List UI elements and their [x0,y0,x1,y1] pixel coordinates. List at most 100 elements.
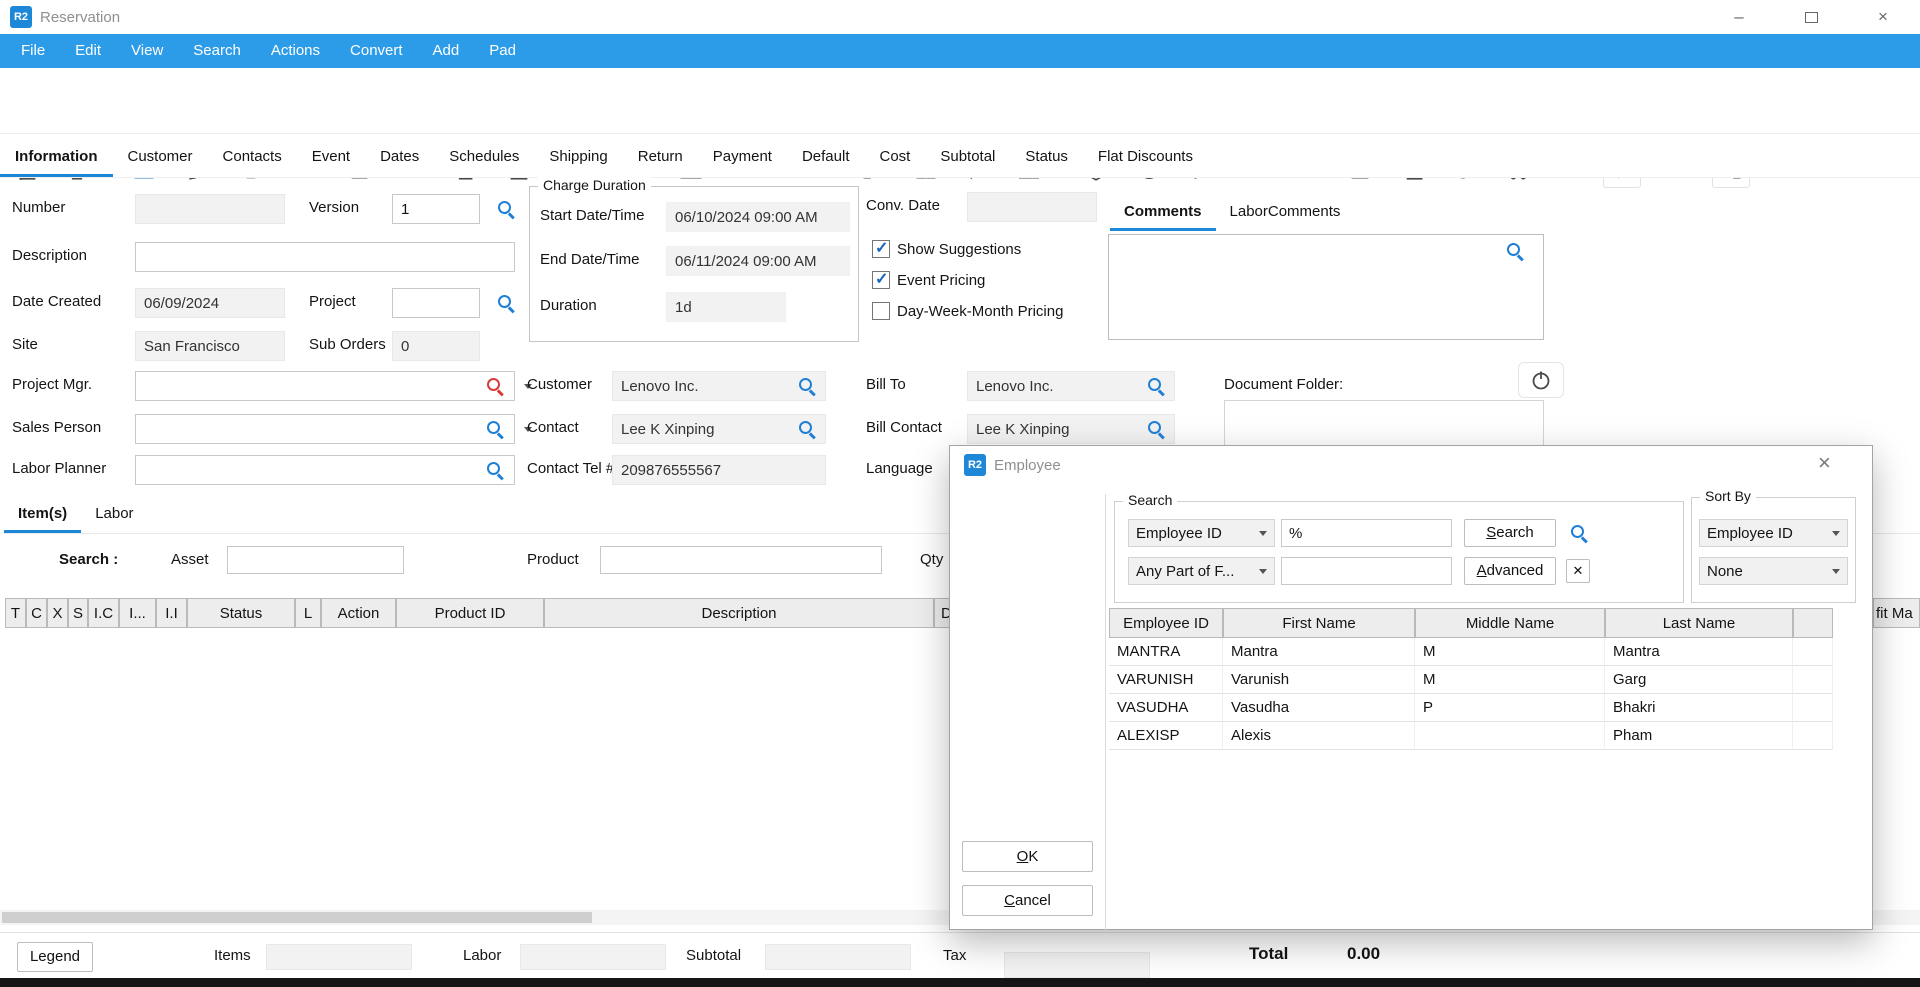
tab-status[interactable]: Status [1010,138,1083,177]
cancel-button[interactable]: Cancel [962,885,1093,916]
date-created-input[interactable]: 06/09/2024 [135,288,285,318]
contact-tel-input[interactable]: 209876555567 [612,455,826,485]
tab-information[interactable]: Information [0,138,113,177]
tab-payment[interactable]: Payment [698,138,787,177]
dialog-sort-combo[interactable]: Employee ID [1699,519,1848,547]
comments-textarea[interactable] [1108,234,1544,340]
version-input[interactable]: 1 [392,194,480,224]
col-header-c[interactable]: C [26,598,47,628]
event-pricing-option[interactable]: Event Pricing [872,271,985,289]
cell-employee-id[interactable]: ALEXISP [1109,722,1223,750]
tab-customer[interactable]: Customer [113,138,208,177]
tab-subtotal[interactable]: Subtotal [925,138,1010,177]
bill-contact-input[interactable]: Lee K Xinping [967,414,1175,444]
dialog-search-icon[interactable] [1570,524,1588,542]
items-hscrollbar-thumb[interactable] [2,912,592,923]
end-datetime-input[interactable]: 06/11/2024 09:00 AM [666,246,850,276]
cell-first-name[interactable]: Mantra [1223,638,1415,666]
bill-to-search-icon[interactable] [1147,377,1165,395]
version-search-icon[interactable] [497,200,515,218]
col-header-t[interactable]: T [5,598,26,628]
dialog-search-button[interactable]: Search [1464,519,1556,547]
customer-input[interactable]: Lenovo Inc. [612,371,826,401]
col-header-action[interactable]: Action [321,598,396,628]
menu-convert[interactable]: Convert [335,34,418,68]
dialog-close-button[interactable]: × [1818,450,1831,476]
tab-items[interactable]: Item(s) [4,498,81,533]
contact-input[interactable]: Lee K Xinping [612,414,826,444]
col-header-ii[interactable]: I.I [156,598,187,628]
cell-first-name[interactable]: Varunish [1223,666,1415,694]
employee-row[interactable]: VARUNISH Varunish M Garg [1109,666,1833,694]
emp-col-first-name[interactable]: First Name [1223,608,1415,638]
dialog-match-combo[interactable]: Any Part of F... [1128,557,1275,585]
comments-search-icon[interactable] [1506,242,1524,260]
col-header-i1[interactable]: I... [119,598,156,628]
sub-orders-input[interactable]: 0 [392,331,480,361]
menu-file[interactable]: File [6,34,60,68]
menu-edit[interactable]: Edit [60,34,116,68]
event-pricing-checkbox[interactable] [872,271,890,289]
project-mgr-input[interactable] [135,371,515,401]
tab-schedules[interactable]: Schedules [434,138,534,177]
tab-return[interactable]: Return [623,138,698,177]
cell-employee-id[interactable]: MANTRA [1109,638,1223,666]
contact-search-icon[interactable] [798,420,816,438]
document-folder-button[interactable] [1518,362,1564,398]
show-suggestions-option[interactable]: Show Suggestions [872,240,1021,258]
minimize-button[interactable]: – [1714,0,1764,34]
cell-middle-name[interactable]: M [1415,666,1605,694]
col-header-x[interactable]: X [47,598,68,628]
cell-first-name[interactable]: Vasudha [1223,694,1415,722]
tab-labor[interactable]: Labor [81,498,147,533]
menu-pad[interactable]: Pad [474,34,531,68]
cell-middle-name[interactable]: M [1415,638,1605,666]
tab-flat-discounts[interactable]: Flat Discounts [1083,138,1208,177]
duration-input[interactable]: 1d [666,292,786,322]
col-header-l[interactable]: L [295,598,321,628]
emp-col-middle-name[interactable]: Middle Name [1415,608,1605,638]
dialog-advanced-input[interactable] [1281,557,1452,585]
sales-person-search-icon[interactable] [486,420,504,438]
tab-shipping[interactable]: Shipping [534,138,622,177]
cell-middle-name[interactable] [1415,722,1605,750]
dialog-search-input[interactable]: % [1281,519,1452,547]
legend-button[interactable]: Legend [17,942,93,972]
cell-employee-id[interactable]: VASUDHA [1109,694,1223,722]
labor-planner-search-icon[interactable] [486,461,504,479]
dialog-sort-none-combo[interactable]: None [1699,557,1848,585]
number-input[interactable] [135,194,285,224]
show-suggestions-checkbox[interactable] [872,240,890,258]
bill-to-input[interactable]: Lenovo Inc. [967,371,1175,401]
dialog-advanced-button[interactable]: Advanced [1464,557,1556,585]
col-header-s[interactable]: S [68,598,88,628]
tab-contacts[interactable]: Contacts [208,138,297,177]
conv-date-input[interactable] [967,192,1097,222]
sales-person-input[interactable] [135,414,515,444]
dialog-clear-button[interactable]: ✕ [1566,559,1590,583]
bill-contact-search-icon[interactable] [1147,420,1165,438]
labor-planner-input[interactable] [135,455,515,485]
start-datetime-input[interactable]: 06/10/2024 09:00 AM [666,202,850,232]
menu-actions[interactable]: Actions [256,34,335,68]
restore-button[interactable] [1786,0,1836,34]
cell-last-name[interactable]: Garg [1605,666,1793,694]
cell-first-name[interactable]: Alexis [1223,722,1415,750]
dialog-field-combo[interactable]: Employee ID [1128,519,1275,547]
menu-search[interactable]: Search [178,34,256,68]
day-week-month-checkbox[interactable] [872,302,890,320]
col-header-ic[interactable]: I.C [88,598,119,628]
cell-last-name[interactable]: Bhakri [1605,694,1793,722]
cell-employee-id[interactable]: VARUNISH [1109,666,1223,694]
ok-button[interactable]: OK [962,841,1093,872]
employee-row[interactable]: VASUDHA Vasudha P Bhakri [1109,694,1833,722]
cell-last-name[interactable]: Pham [1605,722,1793,750]
emp-col-last-name[interactable]: Last Name [1605,608,1793,638]
col-header-status[interactable]: Status [187,598,295,628]
menu-view[interactable]: View [116,34,178,68]
description-input[interactable] [135,242,515,272]
project-mgr-search-icon[interactable] [486,377,504,395]
day-week-month-option[interactable]: Day-Week-Month Pricing [872,302,1063,320]
close-button[interactable]: × [1858,0,1908,34]
document-folder-box[interactable] [1224,400,1544,446]
